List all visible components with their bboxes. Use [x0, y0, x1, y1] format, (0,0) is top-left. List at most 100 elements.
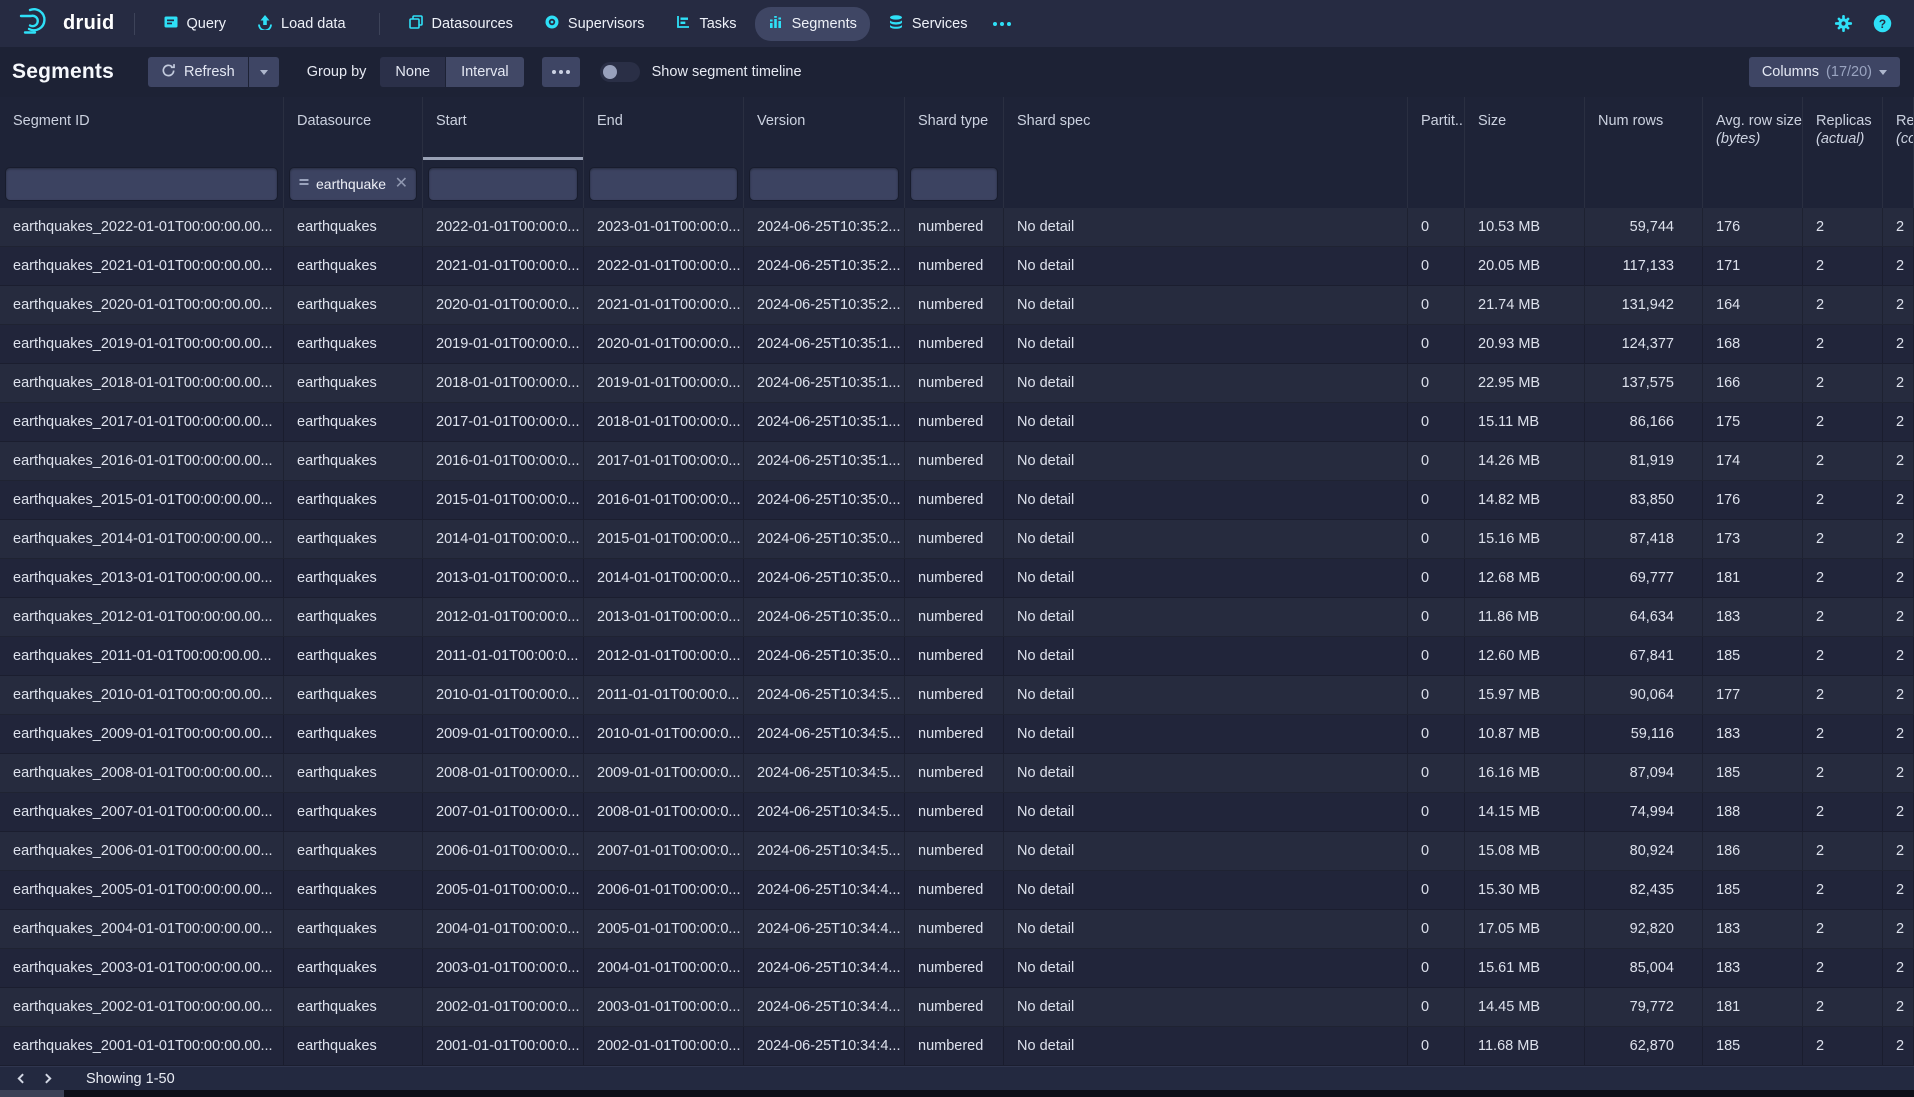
table-row[interactable]: earthquakes_2012-01-01T00:00:00.00... ea…: [0, 598, 1914, 637]
cell-datasource: earthquakes: [284, 247, 423, 285]
column-header-shard-spec[interactable]: Shard spec: [1004, 97, 1408, 160]
table-row[interactable]: earthquakes_2011-01-01T00:00:00.00... ea…: [0, 637, 1914, 676]
datasource-filter-chip[interactable]: earthquake ✕: [290, 168, 416, 200]
cell-end: 2005-01-01T00:00:0...: [584, 910, 744, 948]
table-row[interactable]: earthquakes_2001-01-01T00:00:00.00... ea…: [0, 1027, 1914, 1066]
start-filter-input[interactable]: [429, 168, 577, 200]
table-row[interactable]: earthquakes_2008-01-01T00:00:00.00... ea…: [0, 754, 1914, 793]
table-row[interactable]: earthquakes_2019-01-01T00:00:00.00... ea…: [0, 325, 1914, 364]
nav-item-datasources[interactable]: Datasources: [395, 7, 526, 41]
column-header-replicas[interactable]: Replicas(actual): [1803, 97, 1883, 160]
column-header-shard-type[interactable]: Shard type: [905, 97, 1004, 160]
table-row[interactable]: earthquakes_2013-01-01T00:00:00.00... ea…: [0, 559, 1914, 598]
tasks-icon: [675, 14, 691, 34]
column-header-avg-row-size[interactable]: Avg. row size(bytes): [1703, 97, 1803, 160]
table-row[interactable]: earthquakes_2015-01-01T00:00:00.00... ea…: [0, 481, 1914, 520]
next-page-button[interactable]: [34, 1068, 60, 1090]
nav-item-load-data[interactable]: Load data: [244, 7, 359, 41]
nav-item-services[interactable]: Services: [875, 7, 981, 41]
nav-item-query[interactable]: Query: [150, 7, 240, 41]
group-by-none-button[interactable]: None: [380, 57, 445, 87]
cell-shard-spec: No detail: [1004, 910, 1408, 948]
horizontal-scrollbar-thumb[interactable]: [0, 1090, 64, 1097]
segment-id-filter-input[interactable]: [6, 168, 277, 200]
cell-avg-row-size: 183: [1703, 598, 1803, 636]
table-row[interactable]: earthquakes_2005-01-01T00:00:00.00... ea…: [0, 871, 1914, 910]
columns-button[interactable]: Columns (17/20): [1749, 57, 1900, 87]
nav-item-tasks[interactable]: Tasks: [662, 7, 749, 41]
nav-item-label: Supervisors: [568, 16, 645, 32]
table-row[interactable]: earthquakes_2007-01-01T00:00:00.00... ea…: [0, 793, 1914, 832]
table-row[interactable]: earthquakes_2020-01-01T00:00:00.00... ea…: [0, 286, 1914, 325]
table-row[interactable]: earthquakes_2002-01-01T00:00:00.00... ea…: [0, 988, 1914, 1027]
table-row[interactable]: earthquakes_2021-01-01T00:00:00.00... ea…: [0, 247, 1914, 286]
cell-size: 20.93 MB: [1465, 325, 1585, 363]
help-icon[interactable]: ?: [1873, 14, 1892, 33]
refresh-button[interactable]: Refresh: [148, 57, 248, 87]
shard-type-filter-input[interactable]: [911, 168, 997, 200]
cell-datasource: earthquakes: [284, 988, 423, 1026]
remove-filter-icon[interactable]: ✕: [395, 176, 408, 192]
column-header-size[interactable]: Size: [1465, 97, 1585, 160]
cell-start: 2004-01-01T00:00:0...: [423, 910, 584, 948]
nav-more-button[interactable]: [985, 14, 1019, 34]
cell-size: 15.61 MB: [1465, 949, 1585, 987]
cell-version: 2024-06-25T10:35:0...: [744, 637, 905, 675]
version-filter-input[interactable]: [750, 168, 898, 200]
table-row[interactable]: earthquakes_2003-01-01T00:00:00.00... ea…: [0, 949, 1914, 988]
table-row[interactable]: earthquakes_2017-01-01T00:00:00.00... ea…: [0, 403, 1914, 442]
column-header-end[interactable]: End: [584, 97, 744, 160]
cell-replicas: 2: [1803, 364, 1883, 402]
cell-shard-spec: No detail: [1004, 520, 1408, 558]
table-row[interactable]: earthquakes_2010-01-01T00:00:00.00... ea…: [0, 676, 1914, 715]
cell-shard-type: numbered: [905, 325, 1004, 363]
horizontal-scrollbar[interactable]: [0, 1090, 1914, 1097]
column-header-version[interactable]: Version: [744, 97, 905, 160]
cell-end: 2021-01-01T00:00:0...: [584, 286, 744, 324]
segment-timeline-toggle[interactable]: [600, 62, 640, 82]
previous-page-button[interactable]: [8, 1068, 34, 1090]
cell-version: 2024-06-25T10:34:4...: [744, 949, 905, 987]
cell-avg-row-size: 175: [1703, 403, 1803, 441]
cell-num-rows: 87,418: [1585, 520, 1703, 558]
end-filter-input[interactable]: [590, 168, 737, 200]
group-by-interval-button[interactable]: Interval: [446, 57, 524, 87]
cell-datasource: earthquakes: [284, 754, 423, 792]
cell-end: 2004-01-01T00:00:0...: [584, 949, 744, 987]
cell-size: 17.05 MB: [1465, 910, 1585, 948]
cell-avg-row-size: 177: [1703, 676, 1803, 714]
druid-logo[interactable]: druid: [14, 6, 119, 41]
column-header-partition[interactable]: Partit...: [1408, 97, 1465, 160]
nav-item-segments[interactable]: Segments: [755, 7, 870, 41]
table-row[interactable]: earthquakes_2004-01-01T00:00:00.00... ea…: [0, 910, 1914, 949]
table-row[interactable]: earthquakes_2014-01-01T00:00:00.00... ea…: [0, 520, 1914, 559]
cell-avg-row-size: 185: [1703, 871, 1803, 909]
table-row[interactable]: earthquakes_2009-01-01T00:00:00.00... ea…: [0, 715, 1914, 754]
cell-end: 2023-01-01T00:00:0...: [584, 208, 744, 246]
nav-item-supervisors[interactable]: Supervisors: [531, 7, 658, 41]
more-actions-button[interactable]: [542, 57, 580, 87]
cell-segment-id: earthquakes_2006-01-01T00:00:00.00...: [0, 832, 284, 870]
cell-end: 2015-01-01T00:00:0...: [584, 520, 744, 558]
cell-size: 10.53 MB: [1465, 208, 1585, 246]
showing-range-label: Showing 1-50: [86, 1071, 175, 1087]
column-header-replication-factor[interactable]: Replication factor(configured): [1883, 97, 1914, 160]
settings-gear-icon[interactable]: [1834, 14, 1853, 33]
cell-replicas: 2: [1803, 325, 1883, 363]
column-header-num-rows[interactable]: Num rows: [1585, 97, 1703, 160]
cell-version: 2024-06-25T10:35:1...: [744, 403, 905, 441]
table-row[interactable]: earthquakes_2016-01-01T00:00:00.00... ea…: [0, 442, 1914, 481]
refresh-interval-dropdown[interactable]: [249, 57, 279, 87]
column-header-datasource[interactable]: Datasource: [284, 97, 423, 160]
columns-count: (17/20): [1826, 64, 1872, 80]
table-row[interactable]: earthquakes_2006-01-01T00:00:00.00... ea…: [0, 832, 1914, 871]
nav-item-label: Query: [187, 16, 227, 32]
cell-partition: 0: [1408, 754, 1465, 792]
cell-shard-spec: No detail: [1004, 871, 1408, 909]
table-row[interactable]: earthquakes_2018-01-01T00:00:00.00... ea…: [0, 364, 1914, 403]
column-header-start[interactable]: Start: [423, 97, 584, 160]
cell-start: 2020-01-01T00:00:0...: [423, 286, 584, 324]
table-row[interactable]: earthquakes_2022-01-01T00:00:00.00... ea…: [0, 208, 1914, 247]
cell-shard-spec: No detail: [1004, 988, 1408, 1026]
column-header-segment-id[interactable]: Segment ID: [0, 97, 284, 160]
